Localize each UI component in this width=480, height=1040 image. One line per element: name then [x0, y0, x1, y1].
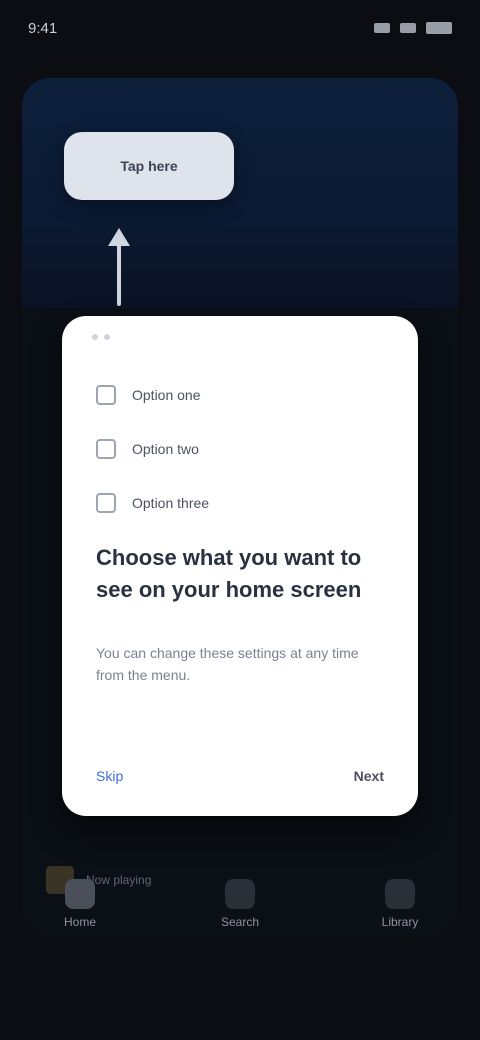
search-icon [225, 879, 255, 909]
nav-item-search[interactable]: Search [195, 879, 285, 929]
nav-item-library[interactable]: Library [355, 879, 445, 929]
page-dot [104, 334, 110, 340]
option-label: Option two [132, 441, 199, 457]
option-list: Option one Option two Option three [96, 368, 386, 530]
checkbox-icon[interactable] [96, 385, 116, 405]
app-screen: Tap here Option one Option two Option th… [22, 78, 458, 938]
hint-label: Tap here [120, 158, 178, 174]
card-actions: Skip Next [86, 758, 394, 794]
card-title: Choose what you want to see on your home… [96, 545, 362, 602]
bottom-nav: Home Search Library [0, 856, 480, 952]
nav-label: Library [381, 915, 419, 929]
nav-label: Home [63, 915, 96, 929]
card-description: You can change these settings at any tim… [96, 645, 359, 683]
next-button[interactable]: Next [344, 762, 394, 790]
checkbox-icon[interactable] [96, 439, 116, 459]
option-label: Option three [132, 495, 210, 511]
status-bar: 9:41 [0, 0, 480, 56]
wifi-icon [400, 23, 416, 33]
hint-tooltip[interactable]: Tap here [64, 132, 234, 200]
status-time: 9:41 [28, 19, 58, 37]
signal-icon [374, 23, 390, 33]
nav-item-home[interactable]: Home [35, 879, 125, 929]
page-dot [92, 334, 98, 340]
page-indicator [92, 334, 110, 340]
arrow-up-icon [108, 228, 130, 306]
checkbox-icon[interactable] [96, 493, 116, 513]
status-icons [374, 22, 452, 34]
battery-icon [426, 22, 452, 34]
option-label: Option one [132, 387, 201, 403]
skip-button[interactable]: Skip [86, 762, 133, 790]
option-item[interactable]: Option two [96, 422, 386, 476]
library-icon [385, 879, 415, 909]
onboarding-card: Option one Option two Option three Choos… [62, 316, 418, 816]
option-item[interactable]: Option one [96, 368, 386, 422]
option-item[interactable]: Option three [96, 476, 386, 530]
nav-label: Search [220, 915, 260, 929]
home-icon [65, 879, 95, 909]
